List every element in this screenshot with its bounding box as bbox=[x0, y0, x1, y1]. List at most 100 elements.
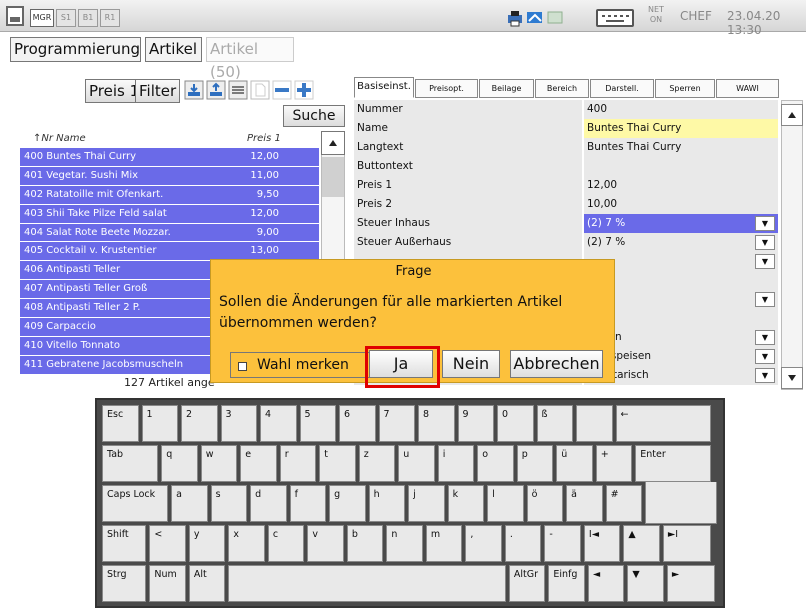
tab-basiseinst[interactable]: Basiseinst. bbox=[354, 77, 414, 98]
screen-icon[interactable] bbox=[546, 9, 564, 27]
key-enter[interactable]: Enter bbox=[635, 445, 712, 482]
no-button[interactable]: Nein bbox=[442, 350, 500, 378]
key-◄[interactable]: ◄ bbox=[587, 565, 625, 602]
scroll-up-button[interactable] bbox=[321, 131, 345, 155]
key-ö[interactable]: ö bbox=[526, 485, 564, 522]
filter-button[interactable]: Filter bbox=[135, 79, 181, 103]
key-h[interactable]: h bbox=[368, 485, 406, 522]
new-document-icon[interactable] bbox=[250, 80, 270, 100]
property-value[interactable]: 400 bbox=[584, 100, 778, 119]
property-value[interactable]: (2) 7 % ▼ bbox=[584, 214, 778, 233]
key-i[interactable]: i bbox=[437, 445, 475, 482]
search-button[interactable]: Suche bbox=[283, 105, 345, 127]
key-2[interactable]: 2 bbox=[181, 405, 218, 442]
key-←[interactable]: ← bbox=[615, 405, 712, 442]
list-item[interactable]: 403 Shii Take Pilze Feld salat 12,00 bbox=[20, 204, 319, 224]
key-ß[interactable]: ß bbox=[536, 405, 573, 442]
key-m[interactable]: m bbox=[425, 525, 463, 562]
cancel-button[interactable]: Abbrechen bbox=[510, 350, 603, 378]
key-k[interactable]: k bbox=[447, 485, 485, 522]
key-1[interactable]: 1 bbox=[141, 405, 178, 442]
key-9[interactable]: 9 bbox=[457, 405, 494, 442]
window-icon[interactable] bbox=[6, 6, 24, 26]
key-e[interactable]: e bbox=[240, 445, 277, 482]
s1-button[interactable]: S1 bbox=[56, 9, 76, 27]
column-header-nr-name[interactable]: ↑Nr Name bbox=[33, 133, 86, 144]
key-ü[interactable]: ü bbox=[556, 445, 593, 482]
dropdown-arrow-icon[interactable]: ▼ bbox=[755, 349, 775, 364]
tab-wawi[interactable]: WAWI bbox=[716, 79, 779, 98]
breadcrumb-programmierung[interactable]: Programmierung bbox=[10, 37, 141, 62]
key-#[interactable]: # bbox=[605, 485, 643, 522]
key-.[interactable]: . bbox=[504, 525, 542, 562]
list-item[interactable]: 404 Salat Rote Beete Mozzar. 9,00 bbox=[20, 223, 319, 243]
tab-preisopt[interactable]: Preisopt. bbox=[415, 79, 478, 98]
property-value[interactable]: (2) 7 % ▼ bbox=[584, 233, 778, 252]
key-f[interactable]: f bbox=[289, 485, 327, 522]
key-x[interactable]: x bbox=[228, 525, 265, 562]
key-<[interactable]: < bbox=[149, 525, 186, 562]
key-alt[interactable]: Alt bbox=[188, 565, 226, 602]
key-u[interactable]: u bbox=[398, 445, 435, 482]
key-▲[interactable]: ▲ bbox=[623, 525, 660, 562]
key-+[interactable]: + bbox=[595, 445, 633, 482]
minus-icon[interactable] bbox=[272, 80, 292, 100]
key-num[interactable]: Num bbox=[149, 565, 186, 602]
printer-icon[interactable] bbox=[506, 9, 524, 27]
list-scroll-thumb[interactable] bbox=[322, 157, 344, 197]
props-scroll-up-button[interactable] bbox=[781, 104, 803, 126]
key-esc[interactable]: Esc bbox=[102, 405, 139, 442]
tab-darstell[interactable]: Darstell. bbox=[590, 79, 654, 98]
key-7[interactable]: 7 bbox=[378, 405, 415, 442]
property-value[interactable]: 10,00 bbox=[584, 195, 778, 214]
export-icon[interactable] bbox=[184, 80, 204, 100]
key-8[interactable]: 8 bbox=[418, 405, 455, 442]
key-▼[interactable]: ▼ bbox=[627, 565, 664, 602]
key-p[interactable]: p bbox=[516, 445, 554, 482]
tab-bereich[interactable]: Bereich bbox=[535, 79, 589, 98]
dropdown-arrow-icon[interactable]: ▼ bbox=[755, 235, 775, 250]
list-item[interactable]: 402 Ratatoille mit Ofenkart. 9,50 bbox=[20, 185, 319, 205]
key-o[interactable]: o bbox=[477, 445, 514, 482]
key-3[interactable]: 3 bbox=[220, 405, 257, 442]
plus-icon[interactable] bbox=[294, 80, 314, 100]
key-i◄[interactable]: I◄ bbox=[583, 525, 621, 562]
key--[interactable]: - bbox=[544, 525, 581, 562]
property-value[interactable]: 12,00 bbox=[584, 176, 778, 195]
key-z[interactable]: z bbox=[358, 445, 396, 482]
properties-scrollbar[interactable] bbox=[781, 100, 803, 390]
key-tab[interactable]: Tab bbox=[102, 445, 159, 482]
key-6[interactable]: 6 bbox=[339, 405, 376, 442]
breadcrumb-artikel[interactable]: Artikel bbox=[145, 37, 202, 62]
key-j[interactable]: j bbox=[408, 485, 445, 522]
property-value[interactable] bbox=[584, 157, 778, 176]
remember-choice-checkbox[interactable]: Wahl merken bbox=[230, 352, 379, 378]
b1-button[interactable]: B1 bbox=[78, 9, 98, 27]
mgr-button[interactable]: MGR bbox=[30, 9, 54, 27]
keyboard-icon[interactable] bbox=[596, 9, 634, 27]
column-header-price[interactable]: Preis 1 bbox=[247, 133, 281, 144]
dropdown-arrow-icon[interactable]: ▼ bbox=[755, 216, 775, 231]
key-caps-lock[interactable]: Caps Lock bbox=[102, 485, 169, 522]
key-q[interactable]: q bbox=[161, 445, 198, 482]
key-g[interactable]: g bbox=[329, 485, 366, 522]
key-strg[interactable]: Strg bbox=[102, 565, 147, 602]
key-ä[interactable]: ä bbox=[566, 485, 603, 522]
key-b[interactable]: b bbox=[346, 525, 384, 562]
key-c[interactable]: c bbox=[267, 525, 305, 562]
key-,[interactable]: , bbox=[465, 525, 502, 562]
key-►i[interactable]: ►I bbox=[662, 525, 712, 562]
key-l[interactable]: l bbox=[487, 485, 524, 522]
key-altgr[interactable]: AltGr bbox=[508, 565, 546, 602]
upload-icon[interactable] bbox=[206, 80, 226, 100]
key-y[interactable]: y bbox=[188, 525, 226, 562]
key-4[interactable]: 4 bbox=[260, 405, 297, 442]
tab-beilage[interactable]: Beilage bbox=[479, 79, 534, 98]
dropdown-arrow-icon[interactable]: ▼ bbox=[755, 368, 775, 383]
property-value[interactable]: Buntes Thai Curry bbox=[584, 119, 778, 138]
r1-button[interactable]: R1 bbox=[100, 9, 120, 27]
key-a[interactable]: a bbox=[171, 485, 208, 522]
key-t[interactable]: t bbox=[319, 445, 356, 482]
list-item[interactable]: 400 Buntes Thai Curry 12,00 bbox=[20, 148, 319, 167]
key-r[interactable]: r bbox=[279, 445, 317, 482]
